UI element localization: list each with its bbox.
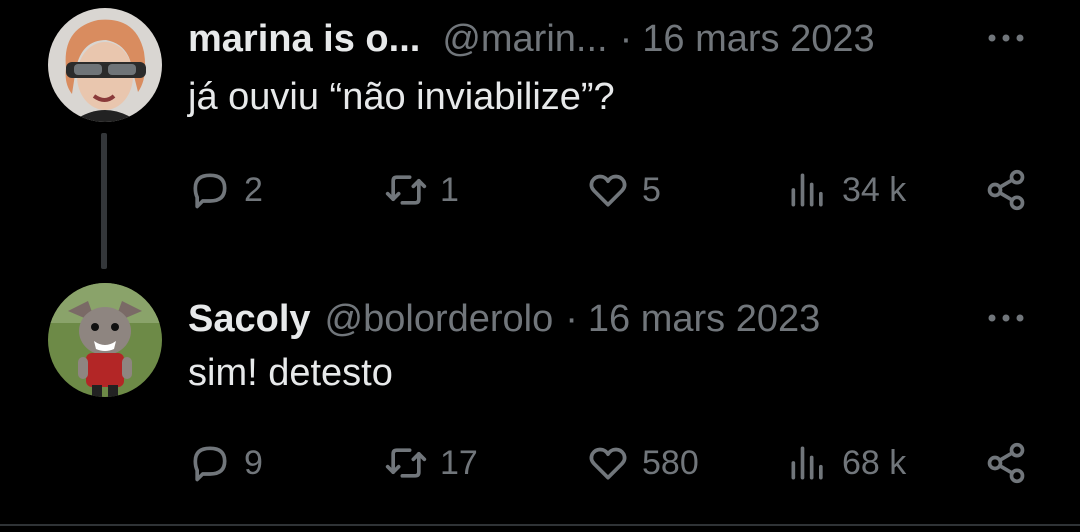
- display-name[interactable]: Sacoly: [188, 298, 311, 341]
- more-icon[interactable]: [984, 16, 1028, 60]
- reply-count: 2: [244, 170, 263, 209]
- view-count: 68 k: [842, 443, 907, 482]
- retweet-button[interactable]: 1: [384, 165, 459, 215]
- views-button[interactable]: 68 k: [786, 438, 906, 488]
- action-bar: 2 1 5 34 k: [0, 165, 1080, 215]
- display-name[interactable]: marina is o...: [188, 18, 420, 61]
- divider: [0, 524, 1080, 526]
- view-count: 34 k: [842, 170, 907, 209]
- reply-icon: [193, 446, 227, 482]
- avatar[interactable]: [48, 283, 162, 397]
- retweet-count: 17: [440, 443, 478, 482]
- like-icon: [589, 447, 627, 480]
- user-handle[interactable]: @bolorderolo: [325, 298, 554, 341]
- retweet-icon: [385, 175, 427, 205]
- retweet-button[interactable]: 17: [384, 438, 478, 488]
- retweet-icon: [385, 448, 427, 478]
- tweet[interactable]: marina is o... @marin... · 16 mars 2023 …: [0, 0, 1080, 280]
- like-button[interactable]: 580: [586, 438, 699, 488]
- separator: ·: [565, 297, 578, 340]
- retweet-count: 1: [440, 170, 459, 209]
- tweet-text: já ouviu “não inviabilize”?: [188, 76, 615, 118]
- tweet-date[interactable]: 16 mars 2023: [588, 298, 820, 341]
- share-button[interactable]: [984, 438, 1028, 488]
- reply-button[interactable]: 9: [188, 438, 263, 488]
- views-icon: [791, 173, 823, 207]
- tweet-date[interactable]: 16 mars 2023: [642, 18, 874, 61]
- reply-count: 9: [244, 443, 263, 482]
- reply-button[interactable]: 2: [188, 165, 263, 215]
- like-count: 5: [642, 170, 661, 209]
- share-button[interactable]: [984, 165, 1028, 215]
- like-button[interactable]: 5: [586, 165, 661, 215]
- tweet[interactable]: Sacoly @bolorderolo · 16 mars 2023 sim! …: [0, 280, 1080, 525]
- like-count: 580: [642, 443, 699, 482]
- tweet-header: Sacoly @bolorderolo · 16 mars 2023: [188, 294, 1080, 344]
- action-bar: 9 17 580 68 k: [0, 438, 1080, 488]
- more-icon[interactable]: [984, 296, 1028, 340]
- share-icon: [987, 169, 1025, 211]
- avatar[interactable]: [48, 8, 162, 122]
- reply-icon: [193, 173, 227, 209]
- views-icon: [791, 446, 823, 480]
- like-icon: [589, 174, 627, 207]
- user-handle[interactable]: @marin...: [442, 18, 607, 61]
- separator: ·: [619, 17, 633, 60]
- tweet-text: sim! detesto: [188, 352, 393, 394]
- views-button[interactable]: 34 k: [786, 165, 906, 215]
- share-icon: [987, 442, 1025, 484]
- tweet-header: marina is o... @marin... · 16 mars 2023: [188, 14, 1080, 64]
